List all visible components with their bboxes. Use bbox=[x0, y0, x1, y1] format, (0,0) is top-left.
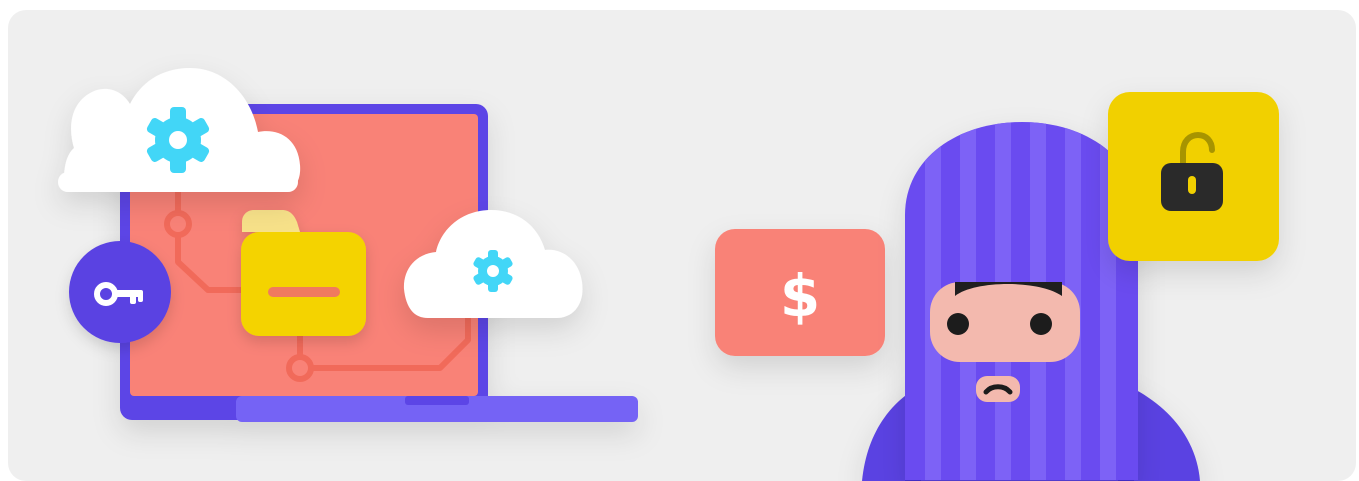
dollar-icon: $ bbox=[715, 229, 885, 356]
cybersecurity-illustration: $ bbox=[58, 68, 1279, 481]
unlocked-padlock-icon bbox=[1108, 92, 1279, 261]
dollar-symbol: $ bbox=[780, 262, 820, 330]
illustration-stage: $ bbox=[0, 0, 1359, 481]
key-icon bbox=[69, 241, 171, 343]
